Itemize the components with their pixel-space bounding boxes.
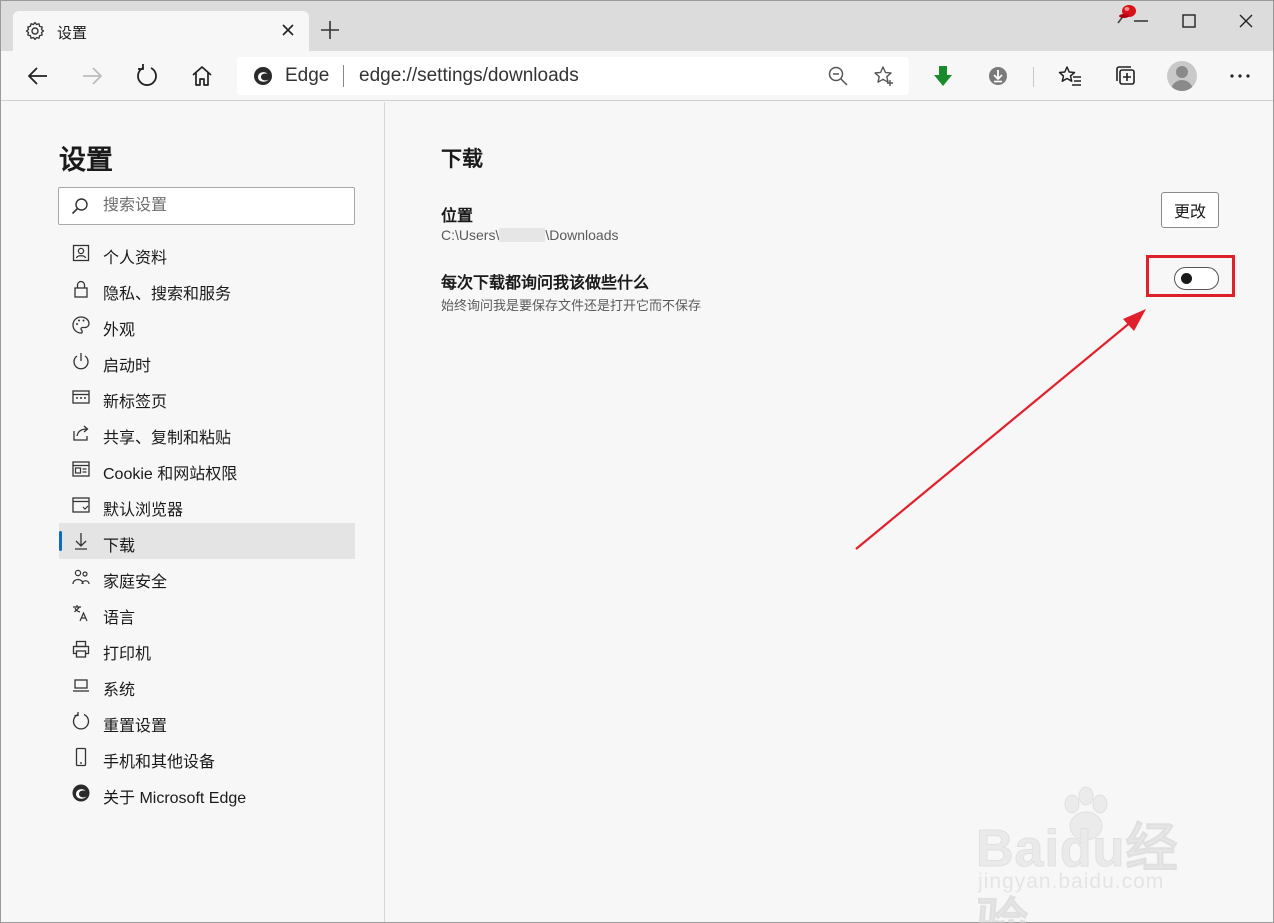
change-location-button[interactable]: 更改	[1161, 192, 1219, 228]
collections-icon[interactable]	[1113, 63, 1139, 89]
sidebar-item-language[interactable]: 语言	[59, 595, 355, 631]
green-download-arrow-icon[interactable]	[930, 63, 956, 89]
sidebar-item-label: 家庭安全	[103, 574, 168, 591]
page-title: 下载	[441, 148, 483, 171]
sidebar-item-printers[interactable]: 打印机	[59, 631, 355, 667]
sidebar-item-appearance[interactable]: 外观	[59, 307, 355, 343]
settings-sidebar: 设置 个人资料 隐私、搜索和服务	[1, 102, 385, 922]
palette-icon	[72, 316, 90, 334]
gear-icon	[25, 21, 45, 41]
profile-avatar[interactable]	[1167, 61, 1197, 91]
sidebar-item-label: 隐私、搜索和服务	[103, 286, 232, 303]
edge-logo-icon	[254, 67, 272, 85]
sidebar-item-system[interactable]: 系统	[59, 667, 355, 703]
minimize-icon[interactable]	[1129, 9, 1153, 33]
settings-nav: 个人资料 隐私、搜索和服务 外观 启动时 新标签页 共享、复制和粘贴 Cooki…	[59, 235, 355, 811]
browser-window: 设置 Edge edge://settings/downloads 设置 搜索设…	[0, 0, 1274, 923]
sidebar-item-family[interactable]: 家庭安全	[59, 559, 355, 595]
watermark-brand: Baidu经验	[976, 820, 1179, 923]
more-icon[interactable]	[1227, 63, 1253, 89]
sidebar-item-label: 关于 Microsoft Edge	[103, 790, 247, 807]
sidebar-item-default-browser[interactable]: 默认浏览器	[59, 487, 355, 523]
location-label: 位置	[441, 208, 474, 225]
reset-icon	[72, 712, 90, 730]
toolbar: Edge edge://settings/downloads	[1, 51, 1273, 101]
tab-close-icon[interactable]	[277, 19, 299, 41]
laptop-icon	[73, 679, 89, 692]
sidebar-item-privacy[interactable]: 隐私、搜索和服务	[59, 271, 355, 307]
forward-icon[interactable]	[79, 63, 105, 89]
path-prefix: C:\Users\	[441, 227, 500, 243]
new-tab-page-icon	[72, 390, 90, 404]
favorite-star-icon[interactable]	[873, 65, 895, 87]
sidebar-item-downloads[interactable]: 下载	[59, 523, 355, 559]
sidebar-item-phone[interactable]: 手机和其他设备	[59, 739, 355, 775]
watermark: Baidu经验 jingyan.baidu.com	[976, 786, 1216, 923]
address-bar[interactable]: Edge edge://settings/downloads	[237, 57, 909, 95]
download-icon	[75, 533, 87, 550]
language-icon	[73, 605, 88, 622]
ask-setting-label: 每次下载都询问我该做些什么	[441, 275, 650, 292]
new-tab-icon[interactable]	[319, 19, 341, 41]
sidebar-item-reset[interactable]: 重置设置	[59, 703, 355, 739]
download-circle-icon[interactable]	[985, 63, 1011, 89]
redacted-username	[499, 228, 546, 242]
profile-icon	[72, 244, 90, 262]
printer-icon	[72, 640, 90, 658]
watermark-site: jingyan.baidu.com	[978, 870, 1165, 893]
sidebar-item-label: 共享、复制和粘贴	[103, 430, 232, 447]
sidebar-item-startup[interactable]: 启动时	[59, 343, 355, 379]
back-icon[interactable]	[25, 63, 51, 89]
close-icon[interactable]	[1234, 9, 1258, 33]
maximize-icon[interactable]	[1177, 9, 1201, 33]
tab-title: 设置	[57, 25, 88, 42]
sidebar-item-label: Cookie 和网站权限	[103, 466, 238, 483]
sidebar-item-label: 默认浏览器	[103, 502, 184, 519]
search-icon	[71, 198, 88, 215]
address-brand: Edge	[285, 65, 330, 86]
sidebar-title: 设置	[59, 145, 113, 175]
sidebar-item-about[interactable]: 关于 Microsoft Edge	[59, 775, 355, 811]
sidebar-item-label: 系统	[103, 682, 136, 699]
sidebar-item-label: 外观	[103, 322, 136, 339]
sidebar-item-label: 新标签页	[103, 394, 168, 411]
path-suffix: \Downloads	[545, 227, 619, 243]
favorites-icon[interactable]	[1057, 63, 1083, 89]
site-permissions-icon	[72, 461, 90, 477]
edge-logo-icon	[72, 784, 90, 802]
lock-icon	[74, 280, 88, 298]
share-icon	[73, 425, 89, 441]
tab-bar: 设置	[1, 1, 1273, 51]
sidebar-item-share[interactable]: 共享、复制和粘贴	[59, 415, 355, 451]
sidebar-item-label: 语言	[103, 610, 136, 627]
sidebar-item-label: 启动时	[103, 358, 152, 375]
family-icon	[72, 569, 90, 585]
ask-setting-description: 始终询问我是要保存文件还是打开它而不保存	[441, 298, 702, 313]
search-input[interactable]	[103, 194, 343, 218]
address-url[interactable]: edge://settings/downloads	[359, 65, 579, 87]
sidebar-item-label: 下载	[103, 538, 136, 555]
sidebar-item-label: 重置设置	[103, 718, 168, 735]
zoom-out-icon[interactable]	[827, 65, 849, 87]
annotation-highlight-box	[1146, 255, 1235, 297]
power-icon	[73, 353, 89, 370]
sidebar-item-label: 打印机	[103, 646, 152, 663]
tab-settings[interactable]: 设置	[13, 11, 309, 51]
home-icon[interactable]	[189, 63, 215, 89]
browser-icon	[72, 497, 90, 513]
phone-icon	[75, 747, 87, 767]
sidebar-item-label: 手机和其他设备	[103, 754, 216, 771]
address-separator	[343, 65, 344, 87]
sidebar-item-new-tab[interactable]: 新标签页	[59, 379, 355, 415]
search-box[interactable]	[58, 187, 355, 225]
sidebar-item-profile[interactable]: 个人资料	[59, 235, 355, 271]
sidebar-item-cookies[interactable]: Cookie 和网站权限	[59, 451, 355, 487]
sidebar-item-label: 个人资料	[103, 250, 168, 267]
toolbar-divider	[1033, 67, 1034, 87]
refresh-icon[interactable]	[134, 63, 160, 89]
location-path: C:\Users\ \Downloads	[441, 227, 619, 243]
